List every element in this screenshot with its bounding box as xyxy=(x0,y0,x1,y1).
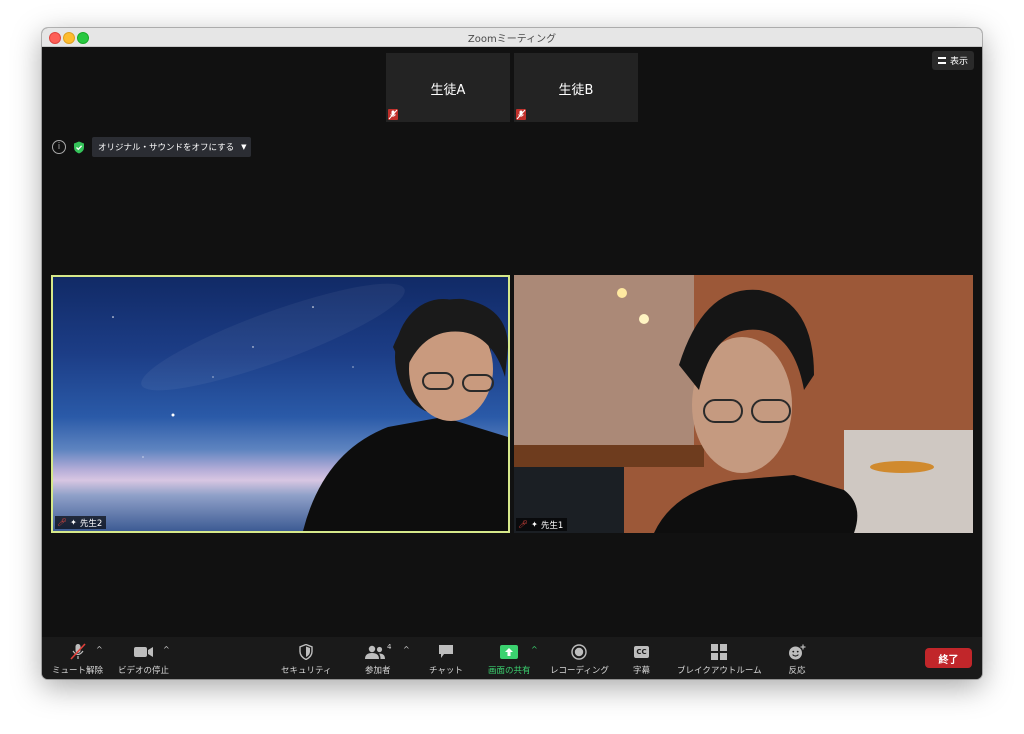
meeting-info-bar: i オリジナル・サウンドをオフにする ▼ xyxy=(52,137,252,157)
view-label: 表示 xyxy=(949,57,968,67)
chat-bubble-icon xyxy=(438,643,454,660)
original-sound-button[interactable]: オリジナル・サウンドをオフにする ▼ xyxy=(92,137,252,157)
record-label: レコーディング xyxy=(550,666,609,676)
video-options-chevron-up-icon[interactable]: ^ xyxy=(163,645,170,654)
chevron-down-icon[interactable]: ▼ xyxy=(241,143,246,151)
original-sound-label: オリジナル・サウンドをオフにする xyxy=(98,143,235,153)
reactions-button[interactable]: 反応 xyxy=(788,643,806,676)
title-bar: Zoomミーティング xyxy=(42,28,982,47)
zoom-window: Zoomミーティング 表示 生徒A 生徒B i オリジナル・サウンドをオフにする… xyxy=(42,28,982,679)
muted-mic-icon xyxy=(516,109,526,120)
muted-mic-icon: 🎤︎ xyxy=(57,518,68,527)
captions-label: 字幕 xyxy=(633,666,651,676)
chat-button[interactable]: チャット xyxy=(429,643,463,676)
video-feed-night-sky xyxy=(112,283,508,531)
stop-video-button[interactable]: ビデオの停止 xyxy=(118,643,169,676)
end-meeting-label: 終了 xyxy=(938,654,959,666)
video-tile-teacher1[interactable]: 🎤︎ ✦ 先生1 xyxy=(514,275,973,533)
participant-name: 先生2 xyxy=(79,518,103,529)
muted-mic-icon: 🎤︎ xyxy=(518,520,529,529)
unmute-label: ミュート解除 xyxy=(52,666,104,676)
encryption-shield-icon[interactable] xyxy=(72,140,86,154)
participant-thumbnail-a[interactable]: 生徒A xyxy=(386,53,510,122)
participants-button[interactable]: 4 参加者 xyxy=(364,643,392,676)
record-button[interactable]: レコーディング xyxy=(550,643,609,676)
muted-mic-icon xyxy=(69,643,87,660)
chat-label: チャット xyxy=(429,666,463,676)
view-grid-icon xyxy=(937,57,946,64)
meeting-toolbar: ミュート解除 ^ ビデオの停止 ^ セキュリティ 4 参加者 ^ チャット 画面… xyxy=(42,637,982,679)
pin-icon: ✦ xyxy=(531,520,538,529)
security-button[interactable]: セキュリティ xyxy=(281,643,332,676)
pin-icon: ✦ xyxy=(70,518,77,527)
audio-options-chevron-up-icon[interactable]: ^ xyxy=(96,645,103,654)
participant-name: 生徒B xyxy=(558,83,594,98)
muted-mic-icon xyxy=(388,109,398,120)
participant-name-tag: 🎤︎ ✦ 先生2 xyxy=(55,516,107,529)
share-screen-label: 画面の共有 xyxy=(488,666,531,676)
info-icon[interactable]: i xyxy=(52,140,66,154)
video-feed-cafe xyxy=(514,275,973,533)
view-button[interactable]: 表示 xyxy=(931,51,974,70)
participant-thumbnail-b[interactable]: 生徒B xyxy=(514,53,638,122)
video-camera-icon xyxy=(133,643,154,660)
breakout-rooms-grid-icon xyxy=(711,643,728,660)
end-meeting-button[interactable]: 終了 xyxy=(925,648,972,668)
window-title: Zoomミーティング xyxy=(467,34,557,45)
security-label: セキュリティ xyxy=(281,666,332,676)
share-screen-icon xyxy=(500,643,519,660)
closed-captions-icon-text: CC xyxy=(634,645,649,658)
breakout-rooms-button[interactable]: ブレイクアウトルーム xyxy=(677,643,762,676)
participants-icon: 4 xyxy=(364,643,391,660)
participants-options-chevron-up-icon[interactable]: ^ xyxy=(403,645,410,654)
participants-count: 4 xyxy=(387,643,392,651)
captions-button[interactable]: CC 字幕 xyxy=(633,643,650,676)
reactions-label: 反応 xyxy=(788,666,806,676)
stop-video-label: ビデオの停止 xyxy=(118,666,170,676)
participant-name: 生徒A xyxy=(430,83,466,98)
share-options-chevron-up-icon[interactable]: ^ xyxy=(531,645,538,654)
closed-captions-icon: CC xyxy=(634,643,649,660)
video-tile-teacher2[interactable]: 🎤︎ ✦ 先生2 xyxy=(51,275,510,533)
record-icon xyxy=(571,643,588,660)
participants-label: 参加者 xyxy=(364,666,391,676)
shield-icon xyxy=(299,643,313,660)
emoji-reaction-icon xyxy=(788,643,806,660)
share-screen-button[interactable]: 画面の共有 xyxy=(488,643,531,676)
participant-name: 先生1 xyxy=(540,520,564,531)
breakout-rooms-label: ブレイクアウトルーム xyxy=(677,666,762,676)
participant-name-tag: 🎤︎ ✦ 先生1 xyxy=(516,518,568,531)
